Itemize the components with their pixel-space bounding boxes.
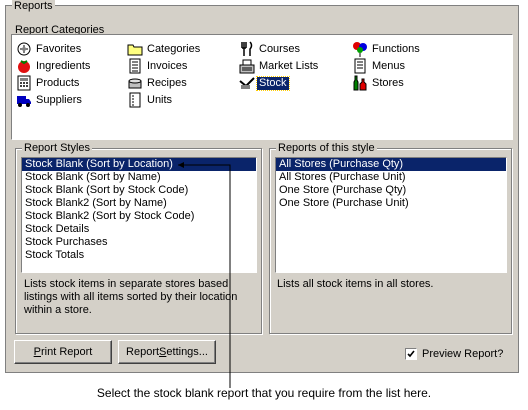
list-item[interactable]: Stock Blank2 (Sort by Name) [22,197,256,210]
category-stock[interactable]: Stock [239,75,290,91]
category-label: Categories [147,42,201,55]
category-units[interactable]: Units [127,92,174,108]
favorites-icon [17,42,31,56]
category-favorites[interactable]: Favorites [16,41,83,57]
category-market-lists[interactable]: Market Lists [239,58,320,74]
category-label: Suppliers [36,93,82,106]
list-item[interactable]: Stock Details [22,223,256,236]
category-suppliers[interactable]: Suppliers [16,92,84,108]
calculator-icon [17,75,31,91]
category-label: Invoices [147,59,188,72]
category-label: Menus [372,59,406,72]
list-item[interactable]: One Store (Purchase Unit) [276,197,506,210]
category-functions[interactable]: Functions [352,41,422,57]
list-item[interactable]: All Stores (Purchase Qty) [276,158,506,171]
menu-icon [354,58,366,74]
stock-icon [239,77,255,89]
truck-icon [17,96,31,107]
list-item[interactable]: Stock Blank (Sort by Name) [22,171,256,184]
category-label: Courses [259,42,300,55]
invoice-icon [129,58,141,74]
list-item[interactable]: Stock Blank (Sort by Location) [22,158,256,171]
category-menus[interactable]: Menus [352,58,407,74]
reports-of-style-list[interactable]: All Stores (Purchase Qty) All Stores (Pu… [275,157,507,273]
category-stores[interactable]: Stores [352,75,406,91]
list-item[interactable]: One Store (Purchase Qty) [276,184,506,197]
category-recipes[interactable]: Recipes [127,75,189,91]
list-item[interactable]: Stock Blank2 (Sort by Stock Code) [22,210,256,223]
settings-label-rest: ettings... [166,346,208,358]
units-icon [129,92,141,108]
category-label: Units [147,93,173,106]
category-label: Stores [372,76,404,89]
category-label: Recipes [147,76,187,89]
category-categories[interactable]: Categories [127,41,202,57]
category-label: Favorites [36,42,82,55]
report-categories-list: Favorites Categories Courses Functions I… [11,34,513,140]
category-ingredients[interactable]: Ingredients [16,58,92,74]
settings-hotkey: S [159,346,167,358]
pot-icon [128,78,142,89]
category-label: Products [36,76,80,89]
list-item[interactable]: Stock Blank (Sort by Stock Code) [22,184,256,197]
category-label: Ingredients [36,59,91,72]
report-styles-list[interactable]: Stock Blank (Sort by Location) Stock Bla… [21,157,257,273]
cash-register-icon [239,59,255,74]
category-invoices[interactable]: Invoices [127,58,189,74]
print-label: rint Report [40,346,93,358]
folder-icon [127,44,143,56]
print-report-button[interactable]: Print Report [14,340,112,364]
list-item[interactable]: Stock Purchases [22,236,256,249]
report-settings-button[interactable]: Report Settings... [118,340,216,364]
category-courses[interactable]: Courses [239,41,302,57]
cutlery-icon [241,41,253,56]
preview-report-label: Preview Report? [422,348,504,360]
bottles-icon [353,75,367,91]
reports-of-style-label: Reports of this style [276,142,377,154]
report-style-description: Lists stock items in separate stores bas… [24,278,238,316]
category-label: Stock [256,75,290,91]
preview-report-checkbox[interactable] [405,348,417,360]
checkmark-icon [407,350,415,358]
reports-title: Reports [12,0,55,12]
list-item[interactable]: All Stores (Purchase Unit) [276,171,506,184]
reports-of-style-description: Lists all stock items in all stores. [277,278,434,290]
balloons-icon [353,42,367,57]
report-styles-label: Report Styles [22,142,93,154]
category-products[interactable]: Products [16,75,81,91]
tomato-icon [18,60,30,73]
settings-label-pre: Report [126,346,160,358]
print-hotkey: P [33,346,41,358]
category-label: Functions [372,42,420,55]
callout-caption: Select the stock blank report that you r… [96,386,432,400]
list-item[interactable]: Stock Totals [22,249,256,262]
category-label: Market Lists [259,59,319,72]
